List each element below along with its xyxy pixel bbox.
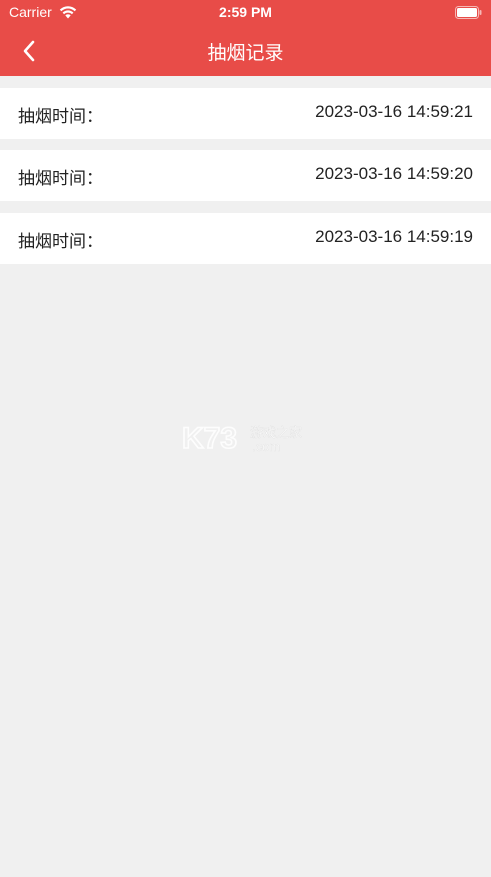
record-label: 抽烟时间：: [18, 232, 103, 252]
record-label: 抽烟时间：: [18, 169, 103, 189]
header: Carrier 2:59 PM 抽烟记录: [0, 0, 491, 76]
list-item[interactable]: 抽烟时间： 2023-03-16 14:59:21: [0, 88, 491, 139]
page-title: 抽烟记录: [207, 42, 284, 64]
record-time: 2023-03-16 14:59:19: [315, 227, 473, 246]
list-item[interactable]: 抽烟时间： 2023-03-16 14:59:19: [0, 213, 491, 264]
battery-icon: [455, 6, 482, 19]
watermark-logo-text: K73: [182, 422, 237, 455]
record-time: 2023-03-16 14:59:21: [315, 102, 473, 121]
status-time: 2:59 PM: [219, 4, 272, 20]
nav-bar: 抽烟记录: [0, 26, 491, 76]
list-item[interactable]: 抽烟时间： 2023-03-16 14:59:20: [0, 150, 491, 201]
watermark-logo: K73 游戏之家 .com: [182, 421, 302, 456]
record-label: 抽烟时间：: [18, 107, 103, 127]
watermark-domain: .com: [252, 439, 280, 454]
record-time: 2023-03-16 14:59:20: [315, 164, 473, 183]
status-bar: Carrier 2:59 PM: [0, 0, 491, 26]
